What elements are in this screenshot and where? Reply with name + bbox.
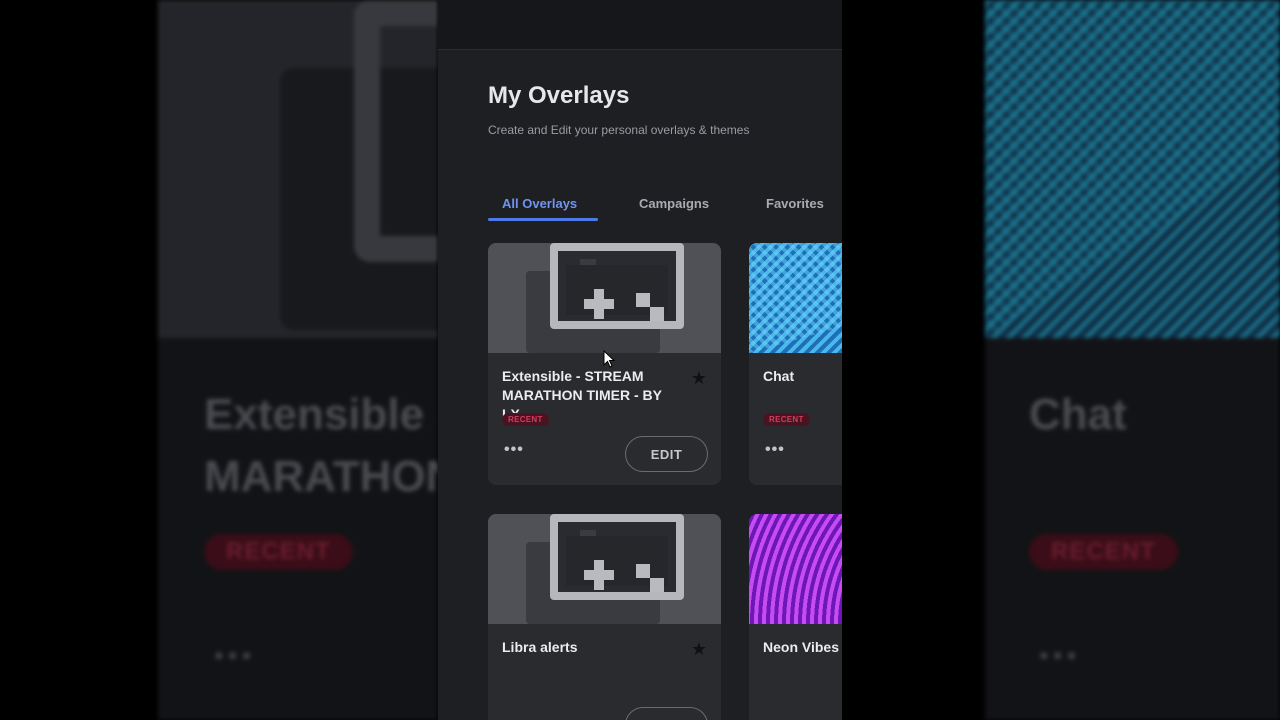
background-card-title: Extensible - MARATHON (204, 390, 438, 501)
background-chat-thumbnail (985, 0, 1280, 338)
tab-favorites[interactable]: Favorites (766, 196, 824, 211)
tab-all-overlays[interactable]: All Overlays (502, 196, 577, 211)
more-options-button[interactable]: ••• (765, 441, 785, 459)
page-subtitle: Create and Edit your personal overlays &… (488, 123, 750, 137)
purple-wave-pattern (749, 514, 842, 624)
background-more-dots: ••• (1039, 640, 1081, 671)
overlay-card-title: Neon Vibes (763, 639, 839, 655)
top-bar (438, 0, 842, 50)
background-left-blur: Extensible - MARATHON RECENT ••• (158, 0, 438, 720)
overlays-panel: My Overlays Create and Edit your persona… (438, 0, 842, 720)
more-options-button[interactable]: ••• (504, 441, 524, 459)
background-more-dots: ••• (214, 640, 256, 671)
background-recent-badge: RECENT (1029, 534, 1178, 570)
gamepad-icon (488, 243, 721, 353)
gamepad-icon (488, 514, 721, 624)
overlay-card[interactable]: Neon Vibes (749, 514, 842, 720)
blue-chevron-pattern (749, 243, 842, 353)
background-card-title: Chat (1029, 390, 1127, 439)
favorite-star-icon[interactable]: ★ (691, 639, 707, 660)
active-tab-indicator (488, 218, 598, 221)
overlay-card[interactable]: Chat RECENT ••• (749, 243, 842, 485)
background-right-blur: Chat RECENT ••• (985, 0, 1280, 720)
overlay-card-title: Chat (763, 368, 795, 384)
edit-button[interactable]: EDIT (625, 707, 708, 720)
overlay-card-title: Libra alerts (502, 639, 578, 655)
background-thumbnail (158, 0, 438, 338)
edit-button[interactable]: EDIT (625, 436, 708, 472)
background-frame (354, 0, 438, 262)
favorite-star-icon[interactable]: ★ (691, 368, 707, 389)
tab-campaigns[interactable]: Campaigns (639, 196, 709, 211)
background-recent-badge: RECENT (204, 534, 353, 570)
overlay-card[interactable]: Libra alerts ★ EDIT (488, 514, 721, 720)
page-title: My Overlays (488, 82, 630, 109)
recent-badge: RECENT (502, 413, 549, 426)
recent-badge: RECENT (763, 413, 810, 426)
